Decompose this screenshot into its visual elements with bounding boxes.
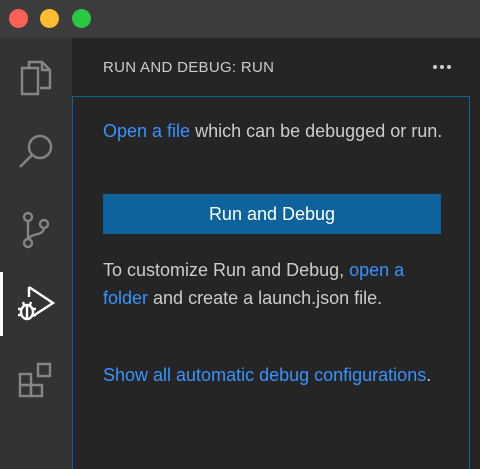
activity-search[interactable] (0, 116, 72, 188)
open-file-link[interactable]: Open a file (103, 121, 190, 141)
show-all-suffix: . (426, 365, 432, 385)
activity-bar (0, 38, 72, 469)
extensions-icon (17, 361, 55, 399)
activity-extensions[interactable] (0, 344, 72, 416)
run-debug-icon (15, 283, 57, 325)
customize-suffix: and create a launch.json file. (148, 288, 383, 308)
show-all-configurations-link[interactable]: Show all automatic debug configurations (103, 365, 426, 385)
vscode-window: RUN AND DEBUG: RUN Open a file which can… (0, 0, 480, 469)
customize-prefix: To customize Run and Debug, (103, 260, 350, 280)
open-file-suffix: which can be debugged or run. (190, 121, 443, 141)
activity-source-control[interactable] (0, 194, 72, 266)
close-window-button[interactable] (9, 9, 28, 28)
source-control-icon (20, 211, 52, 249)
open-file-text: Open a file which can be debugged or run… (103, 117, 448, 145)
zoom-window-button[interactable] (72, 9, 91, 28)
more-actions-button[interactable] (428, 52, 456, 80)
run-and-debug-button[interactable]: Run and Debug (103, 194, 441, 234)
sidebar-header: RUN AND DEBUG: RUN (72, 38, 480, 96)
ellipsis-icon (432, 57, 452, 75)
sidebar-title: RUN AND DEBUG: RUN (103, 59, 275, 76)
files-icon (18, 59, 54, 97)
title-bar (0, 0, 480, 38)
show-all-configurations-text: Show all automatic debug configurations. (103, 361, 448, 389)
activity-run-debug[interactable] (0, 268, 72, 340)
minimize-window-button[interactable] (40, 9, 59, 28)
run-debug-sidebar: RUN AND DEBUG: RUN Open a file which can… (72, 38, 480, 469)
search-icon (17, 133, 55, 171)
activity-explorer[interactable] (0, 42, 72, 114)
welcome-view: Open a file which can be debugged or run… (72, 96, 470, 469)
customize-text: To customize Run and Debug, open a folde… (103, 256, 448, 312)
